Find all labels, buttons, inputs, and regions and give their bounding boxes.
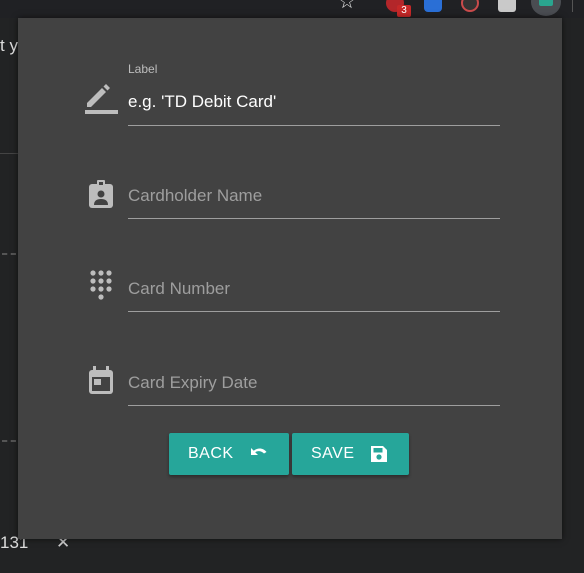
bookmark-star-icon[interactable]: ☆: [338, 0, 356, 12]
back-button-label: BACK: [188, 445, 234, 462]
toolbar-separator: [572, 0, 573, 12]
dialpad-icon: [84, 269, 118, 303]
extension-badge: 3: [397, 5, 411, 17]
card-expiry-input[interactable]: [128, 370, 500, 396]
save-button-label: SAVE: [311, 445, 355, 462]
background-divider: [0, 153, 18, 154]
back-button[interactable]: BACK: [169, 433, 289, 475]
browser-toolbar: ☆ 3: [0, 0, 584, 18]
label-underline: [128, 125, 500, 126]
background-text-fragment: t y: [0, 36, 18, 55]
contact-card-icon: [84, 178, 118, 212]
floppy-disk-icon: [369, 444, 389, 464]
extension-shield-icon[interactable]: [424, 0, 442, 12]
background-dashed-line: [2, 440, 16, 442]
background-dashed-line: [2, 253, 16, 255]
calendar-icon: [84, 363, 118, 397]
label-input[interactable]: [128, 89, 500, 115]
pencil-icon: [84, 80, 118, 114]
extension-popup: Label e.g. 'TD Debit Card' Cardholder Na…: [18, 18, 562, 539]
card-number-underline: [128, 311, 500, 312]
card-extension-icon: [539, 0, 553, 6]
extension-icon-3[interactable]: [461, 0, 479, 12]
expiry-underline: [128, 405, 500, 406]
undo-icon: [249, 444, 269, 464]
cardholder-underline: [128, 218, 500, 219]
save-button[interactable]: SAVE: [292, 433, 409, 475]
card-number-input[interactable]: [128, 276, 500, 302]
extension-icon-4[interactable]: [498, 0, 516, 12]
cardholder-name-input[interactable]: [128, 183, 500, 209]
label-floating-label: Label: [128, 62, 158, 76]
